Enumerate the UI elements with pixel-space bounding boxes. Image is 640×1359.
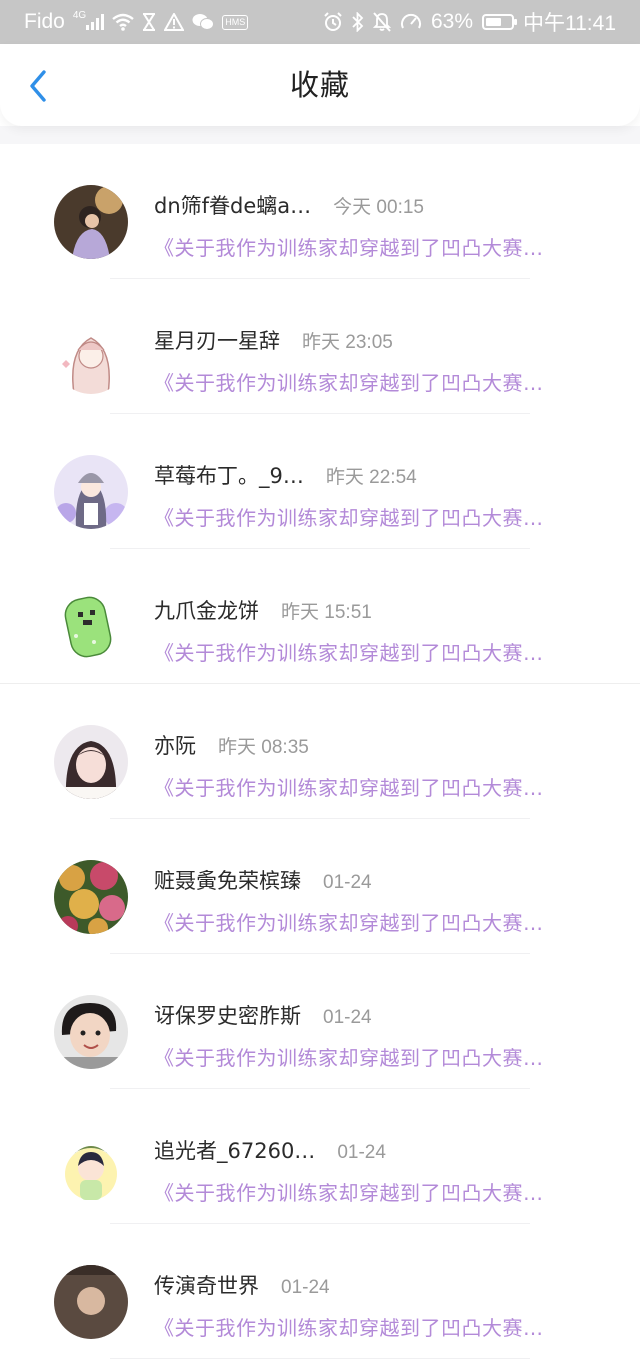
clock: 中午11:41	[523, 12, 616, 35]
hms-badge: HMS	[222, 14, 249, 30]
story-link[interactable]: 《关于我作为训练家却穿越到了凹凸大赛…	[154, 637, 584, 666]
story-link[interactable]: 《关于我作为训练家却穿越到了凹凸大赛…	[154, 232, 584, 261]
list-item[interactable]: 九爪金龙饼 昨天 15:51 《关于我作为训练家却穿越到了凹凸大赛…	[0, 549, 640, 684]
list-item[interactable]: 追光者_67260… 01-24 《关于我作为训练家却穿越到了凹凸大赛…	[0, 1089, 640, 1224]
item-meta: dn筛f眷de螭a… 今天 00:15	[154, 190, 424, 220]
timestamp: 01-24	[337, 1142, 386, 1163]
list-item[interactable]: 赃聂夤免荣槟臻 01-24 《关于我作为训练家却穿越到了凹凸大赛…	[0, 819, 640, 954]
item-meta: 追光者_67260… 01-24	[154, 1135, 386, 1165]
story-link[interactable]: 《关于我作为训练家却穿越到了凹凸大赛…	[154, 1042, 584, 1071]
hourglass-icon	[142, 13, 156, 31]
speed-icon	[400, 12, 422, 32]
user-name[interactable]: dn筛f眷de螭a…	[154, 190, 311, 220]
timestamp: 今天 00:15	[333, 197, 424, 218]
story-link[interactable]: 《关于我作为训练家却穿越到了凹凸大赛…	[154, 502, 584, 531]
user-name[interactable]: 亦阮	[154, 730, 196, 760]
item-meta: 亦阮 昨天 08:35	[154, 730, 309, 760]
timestamp: 昨天 08:35	[218, 737, 309, 758]
list-item[interactable]: dn筛f眷de螭a… 今天 00:15 《关于我作为训练家却穿越到了凹凸大赛…	[0, 144, 640, 279]
avatar[interactable]	[54, 1130, 128, 1204]
avatar[interactable]	[54, 725, 128, 799]
item-meta: 赃聂夤免荣槟臻 01-24	[154, 865, 372, 895]
timestamp: 昨天 22:54	[325, 467, 417, 488]
timestamp: 昨天 15:51	[281, 602, 372, 623]
bluetooth-icon	[352, 12, 364, 32]
list-item[interactable]: 亦阮 昨天 08:35 《关于我作为训练家却穿越到了凹凸大赛…	[0, 684, 640, 819]
avatar[interactable]	[54, 185, 128, 259]
user-name[interactable]: 草莓布丁。_9…	[154, 460, 304, 490]
battery-level	[486, 18, 502, 26]
item-meta: 传演奇世界 01-24	[154, 1270, 330, 1300]
item-meta: 星月刃一星辞 昨天 23:05	[154, 325, 393, 355]
list-item[interactable]: 星月刃一星辞 昨天 23:05 《关于我作为训练家却穿越到了凹凸大赛…	[0, 279, 640, 414]
wechat-icon	[192, 13, 215, 31]
list-item[interactable]: 传演奇世界 01-24 《关于我作为训练家却穿越到了凹凸大赛…	[0, 1224, 640, 1359]
timestamp: 01-24	[323, 1007, 372, 1028]
timestamp: 01-24	[323, 872, 372, 893]
user-name[interactable]: 九爪金龙饼	[154, 595, 259, 625]
user-name[interactable]: 传演奇世界	[154, 1270, 259, 1300]
avatar[interactable]	[54, 455, 128, 529]
page-header: 收藏	[0, 44, 640, 126]
item-meta: 草莓布丁。_9… 昨天 22:54	[154, 460, 417, 490]
story-link[interactable]: 《关于我作为训练家却穿越到了凹凸大赛…	[154, 772, 584, 801]
item-meta: 九爪金龙饼 昨天 15:51	[154, 595, 372, 625]
warning-icon	[164, 13, 185, 31]
timestamp: 01-24	[281, 1277, 330, 1298]
network-type-label: 4G	[72, 9, 87, 21]
wifi-icon	[112, 13, 134, 31]
carrier-label: Fido	[24, 10, 65, 33]
story-link[interactable]: 《关于我作为训练家却穿越到了凹凸大赛…	[154, 907, 584, 936]
story-link[interactable]: 《关于我作为训练家却穿越到了凹凸大赛…	[154, 367, 584, 396]
list-item[interactable]: 草莓布丁。_9… 昨天 22:54 《关于我作为训练家却穿越到了凹凸大赛…	[0, 414, 640, 549]
avatar[interactable]	[54, 1265, 128, 1339]
battery-icon	[482, 14, 517, 30]
mute-bell-icon	[372, 12, 391, 32]
user-name[interactable]: 星月刃一星辞	[154, 325, 280, 355]
alarm-icon	[323, 12, 343, 32]
favorites-list: dn筛f眷de螭a… 今天 00:15 《关于我作为训练家却穿越到了凹凸大赛… …	[0, 144, 640, 1359]
user-name[interactable]: 讶保罗史密胙斯	[154, 1000, 301, 1030]
signal-icon: 4G	[73, 10, 105, 30]
avatar[interactable]	[54, 320, 128, 394]
page-title: 收藏	[289, 68, 350, 102]
timestamp: 昨天 23:05	[302, 332, 393, 353]
story-link[interactable]: 《关于我作为训练家却穿越到了凹凸大赛…	[154, 1177, 584, 1206]
user-name[interactable]: 追光者_67260…	[154, 1135, 315, 1165]
user-name[interactable]: 赃聂夤免荣槟臻	[154, 865, 301, 895]
avatar[interactable]	[54, 860, 128, 934]
avatar[interactable]	[54, 590, 128, 664]
story-link[interactable]: 《关于我作为训练家却穿越到了凹凸大赛…	[154, 1312, 584, 1341]
battery-percent: 63%	[430, 10, 473, 33]
avatar[interactable]	[54, 995, 128, 1069]
item-meta: 讶保罗史密胙斯 01-24	[154, 1000, 372, 1030]
list-item[interactable]: 讶保罗史密胙斯 01-24 《关于我作为训练家却穿越到了凹凸大赛…	[0, 954, 640, 1089]
